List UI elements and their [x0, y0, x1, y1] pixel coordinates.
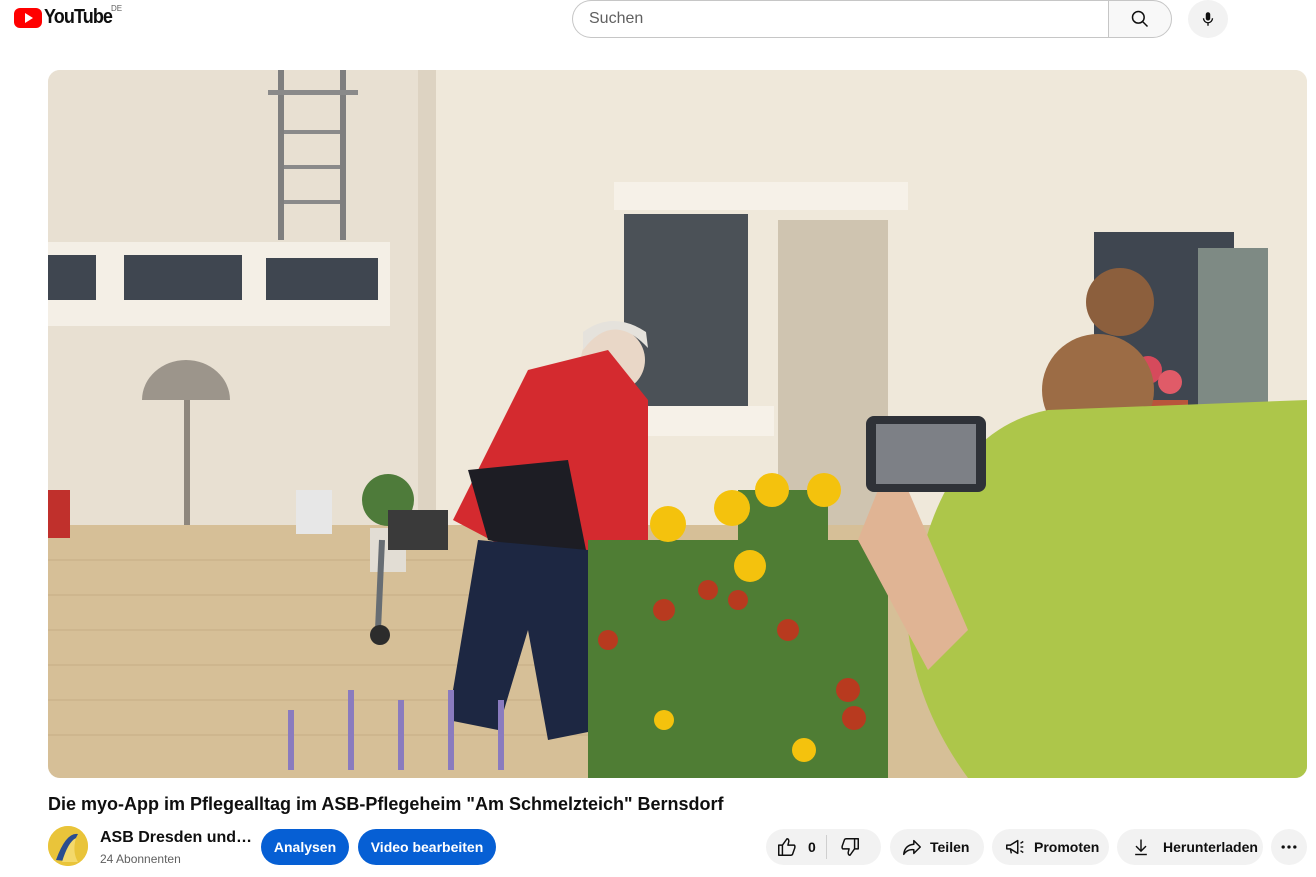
dislike-button[interactable]	[827, 829, 861, 865]
search-box	[572, 0, 1172, 38]
masthead: YouTube DE	[0, 0, 1316, 38]
share-button[interactable]: Teilen	[890, 829, 984, 865]
promote-label: Promoten	[1034, 839, 1100, 855]
avatar-image	[48, 826, 88, 866]
search-icon	[1131, 10, 1149, 28]
video-title: Die myo-App im Pflegealltag im ASB-Pfleg…	[48, 794, 724, 814]
voice-search-button[interactable]	[1188, 0, 1228, 38]
youtube-logo[interactable]: YouTube	[14, 6, 120, 29]
video-frame	[48, 70, 1307, 778]
analytics-button[interactable]: Analysen	[261, 829, 349, 865]
more-actions-button[interactable]	[1271, 829, 1307, 865]
share-icon	[903, 839, 921, 856]
more-horizontal-icon	[1281, 845, 1297, 849]
share-label: Teilen	[930, 839, 970, 855]
mic-icon	[1202, 12, 1214, 26]
video-player[interactable]	[48, 70, 1307, 778]
like-dislike-group: 0	[766, 829, 881, 865]
search-input[interactable]	[572, 0, 1108, 38]
logo-text: YouTube	[44, 6, 113, 28]
thumbs-up-icon	[778, 838, 796, 856]
edit-video-button[interactable]: Video bearbeiten	[358, 829, 496, 865]
owner-row: ASB Dresden und… 24 Abonnenten Analysen …	[48, 826, 1308, 868]
promote-button[interactable]: Promoten	[992, 829, 1109, 865]
like-button[interactable]: 0	[766, 829, 826, 865]
download-label: Herunterladen	[1163, 839, 1258, 855]
megaphone-icon	[1006, 839, 1024, 855]
youtube-play-icon	[14, 7, 42, 28]
like-count: 0	[808, 839, 816, 855]
channel-name[interactable]: ASB Dresden und…	[100, 829, 252, 847]
search-button[interactable]	[1108, 0, 1172, 38]
download-icon	[1135, 839, 1147, 856]
channel-avatar[interactable]	[48, 826, 88, 866]
region-code: DE	[111, 4, 123, 13]
subscriber-count: 24 Abonnenten	[100, 852, 181, 866]
thumbs-down-icon	[841, 838, 859, 856]
download-button[interactable]: Herunterladen	[1117, 829, 1263, 865]
